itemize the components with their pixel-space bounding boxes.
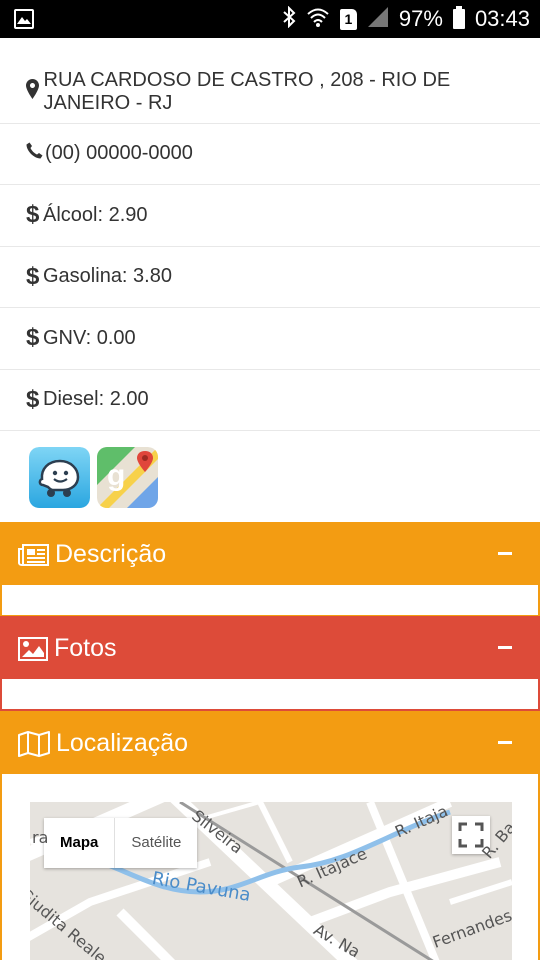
clock: 03:43 bbox=[474, 6, 530, 31]
signal-icon bbox=[367, 6, 389, 33]
phone-row: (00) 00000-0000 bbox=[0, 124, 540, 185]
collapse-icon[interactable] bbox=[498, 741, 512, 744]
map-type-satellite-button[interactable]: Satélite bbox=[115, 818, 197, 868]
waze-icon[interactable] bbox=[29, 447, 90, 508]
price-diesel: Diesel: 2.00 bbox=[43, 388, 149, 411]
battery-icon bbox=[452, 6, 465, 29]
dollar-icon: $ bbox=[26, 385, 40, 413]
fotos-panel-header[interactable]: Fotos bbox=[2, 618, 538, 679]
svg-text:g: g bbox=[107, 459, 125, 492]
gallery-notification-icon bbox=[14, 9, 34, 29]
price-alcool: Álcool: 2.90 bbox=[43, 203, 148, 226]
dollar-icon: $ bbox=[26, 324, 40, 352]
fotos-title: Fotos bbox=[54, 634, 117, 662]
descricao-panel: Descrição bbox=[0, 522, 540, 617]
google-maps-icon[interactable]: g bbox=[97, 447, 158, 508]
newspaper-icon bbox=[18, 543, 49, 566]
navigation-apps: g bbox=[29, 447, 158, 508]
map-type-map-button[interactable]: Mapa bbox=[44, 818, 116, 868]
price-gasolina: Gasolina: 3.80 bbox=[43, 265, 172, 288]
map-marker-icon bbox=[26, 79, 43, 105]
wifi-icon bbox=[306, 6, 330, 33]
station-info-list: RUA CARDOSO DE CASTRO , 208 - RIO DE JAN… bbox=[0, 62, 540, 431]
price-row-gnv: $ GNV: 0.00 bbox=[0, 308, 540, 370]
map-type-toggle: Mapa Satélite bbox=[44, 818, 198, 868]
price-gnv: GNV: 0.00 bbox=[43, 326, 136, 349]
street-label: ra bbox=[32, 828, 49, 847]
localizacao-panel-header[interactable]: Localização bbox=[2, 713, 538, 774]
dollar-icon: $ bbox=[26, 262, 40, 290]
fotos-panel-body bbox=[2, 679, 538, 709]
price-row-gasolina: $ Gasolina: 3.80 bbox=[0, 247, 540, 308]
address-text: RUA CARDOSO DE CASTRO , 208 - RIO DE JAN… bbox=[43, 69, 451, 115]
descricao-panel-header[interactable]: Descrição bbox=[2, 524, 538, 585]
phone-text[interactable]: (00) 00000-0000 bbox=[45, 142, 193, 165]
bluetooth-icon bbox=[282, 5, 296, 33]
descricao-title: Descrição bbox=[55, 540, 167, 568]
price-row-alcool: $ Álcool: 2.90 bbox=[0, 185, 540, 247]
sim-indicator: 1 bbox=[339, 8, 357, 30]
collapse-icon[interactable] bbox=[498, 552, 512, 555]
price-row-diesel: $ Diesel: 2.00 bbox=[0, 370, 540, 431]
location-map[interactable]: Mapa Satélite Silveira R. Itajace R. Ita… bbox=[30, 802, 512, 960]
fotos-panel: Fotos bbox=[0, 616, 540, 711]
collapse-icon[interactable] bbox=[498, 646, 512, 649]
dollar-icon: $ bbox=[26, 201, 40, 229]
descricao-panel-body bbox=[2, 585, 538, 615]
phone-icon bbox=[26, 142, 44, 165]
map-icon bbox=[18, 730, 50, 757]
address-row: RUA CARDOSO DE CASTRO , 208 - RIO DE JAN… bbox=[0, 62, 540, 124]
image-icon bbox=[18, 636, 48, 661]
status-bar: 1 97% 03:43 bbox=[0, 0, 540, 38]
battery-percent: 97% bbox=[398, 6, 443, 31]
localizacao-title: Localização bbox=[56, 729, 189, 757]
